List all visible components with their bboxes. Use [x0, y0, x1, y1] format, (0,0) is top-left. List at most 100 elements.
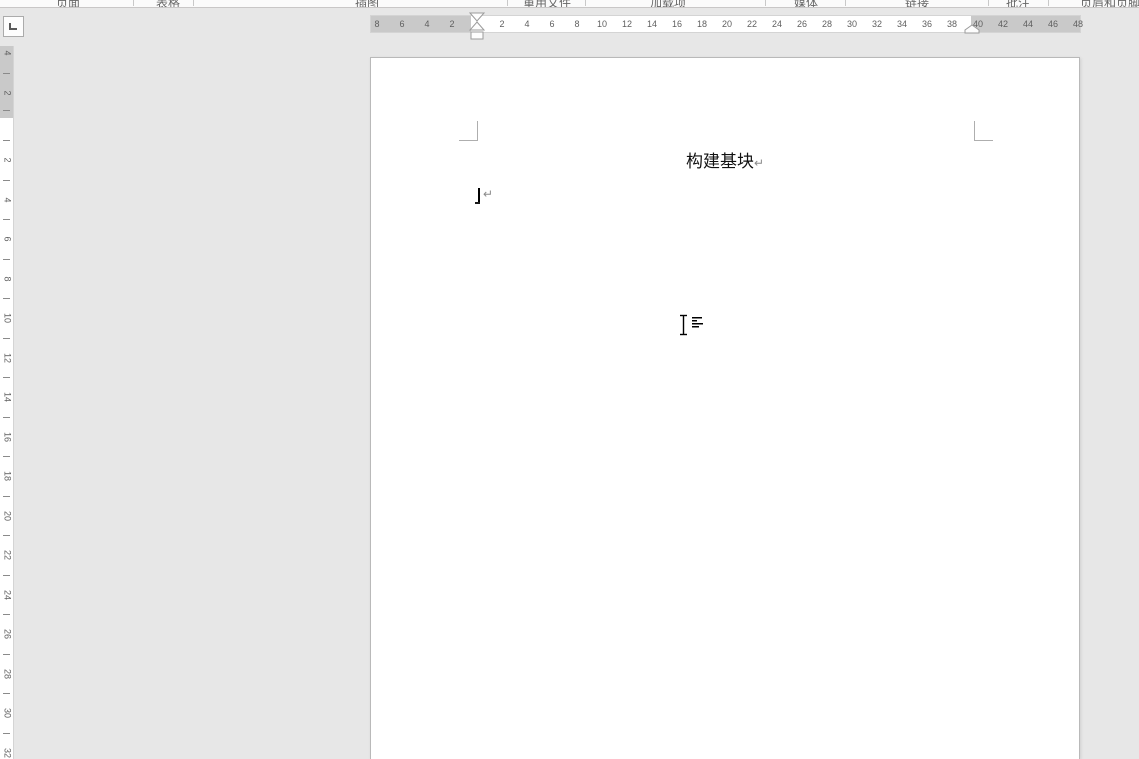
v-ruler-number: 8: [2, 275, 13, 282]
v-ruler-number: 30: [2, 707, 13, 719]
h-ruler-number: 12: [621, 19, 633, 29]
vertical-ruler[interactable]: 4 2 2 4 6 8 10 12 14 16 18 20 22 24 26 28 30 32: [0, 46, 14, 759]
paragraph-mark: ↵: [753, 156, 765, 170]
ribbon-group-divider: [988, 0, 989, 6]
v-ruler-tick: [3, 693, 10, 695]
h-ruler-number: 48: [1072, 19, 1084, 29]
ribbon-group-label[interactable]: 批注: [1006, 0, 1030, 7]
h-ruler-number: 10: [596, 19, 608, 29]
v-ruler-tick: [3, 614, 10, 616]
ribbon-group-divider: [193, 0, 194, 6]
ribbon-group-divider: [585, 0, 586, 6]
v-ruler-number: 4: [2, 50, 13, 56]
h-ruler-number: 8: [374, 19, 380, 29]
v-ruler-number: 22: [2, 549, 13, 561]
paragraph-mark: ↵: [483, 187, 494, 201]
h-ruler-number: 6: [399, 19, 405, 29]
text-caret: [478, 188, 480, 203]
h-ruler-number: 42: [997, 19, 1009, 29]
ibeam-icon: [680, 314, 687, 336]
h-ruler-number: 28: [821, 19, 833, 29]
ribbon-group-divider: [1048, 0, 1049, 6]
v-ruler-tick: [3, 258, 10, 260]
h-ruler-number: 36: [921, 19, 933, 29]
tab-stop-selector[interactable]: [3, 16, 24, 37]
v-ruler-number: 26: [2, 628, 13, 640]
ribbon-group-label[interactable]: 页眉和页脚: [1080, 0, 1139, 7]
v-ruler-tick: [3, 574, 10, 576]
v-ruler-tick: [3, 732, 10, 734]
v-ruler-number: 12: [2, 352, 13, 363]
v-ruler-tick: [3, 495, 10, 497]
v-ruler-number: 14: [2, 391, 13, 403]
h-ruler-number: 6: [549, 19, 555, 29]
h-ruler-number: 2: [449, 19, 455, 29]
ribbon-group-label[interactable]: 媒体: [794, 0, 818, 7]
ribbon-group-label-strip: 页面 表格 插图 重用文件 加载项 媒体 链接 批注 页眉和页脚: [0, 0, 1139, 8]
v-ruler-number: 16: [2, 431, 13, 442]
v-ruler-tick: [3, 337, 10, 339]
v-ruler-number: 10: [2, 312, 13, 324]
ribbon-group-divider: [845, 0, 846, 6]
document-title-paragraph[interactable]: 构建基块↵: [371, 152, 1079, 173]
ribbon-group-label[interactable]: 表格: [156, 0, 180, 7]
v-ruler-tick: [3, 73, 10, 74]
v-ruler-tick: [3, 110, 10, 111]
v-ruler-number: 18: [2, 470, 13, 482]
h-ruler-number: 18: [696, 19, 708, 29]
ribbon-group-label[interactable]: 页面: [56, 0, 80, 7]
ribbon-group-divider: [133, 0, 134, 6]
h-ruler-number: 22: [746, 19, 758, 29]
ribbon-group-divider: [507, 0, 508, 6]
h-ruler-number: 20: [721, 19, 733, 29]
v-ruler-number: 28: [2, 668, 13, 679]
h-ruler-left-margin: [371, 16, 471, 32]
h-ruler-number: 30: [846, 19, 858, 29]
v-ruler-top-margin: [0, 46, 13, 118]
document-title-text: 构建基块: [685, 152, 754, 171]
ribbon-group-label[interactable]: 链接: [905, 0, 929, 7]
document-page[interactable]: 构建基块↵ ↵: [370, 57, 1080, 759]
margin-corner-mark-top-left: [459, 121, 478, 141]
ibeam-cursor: [679, 314, 707, 341]
v-ruler-tick: [3, 179, 10, 181]
h-ruler-number: 2: [499, 19, 505, 29]
v-ruler-tick: [3, 298, 10, 300]
h-ruler-number: 14: [646, 19, 658, 29]
left-indent-marker[interactable]: [470, 31, 484, 40]
h-ruler-number: 46: [1047, 19, 1059, 29]
v-ruler-tick: [3, 653, 10, 655]
left-tab-icon: [9, 23, 17, 30]
h-ruler-number: 16: [671, 19, 683, 29]
ribbon-group-label[interactable]: 重用文件: [523, 0, 571, 7]
v-ruler-number: 2: [2, 157, 13, 163]
v-ruler-tick: [3, 140, 10, 142]
ribbon-group-label[interactable]: 加载项: [650, 0, 686, 7]
h-ruler-number: 44: [1022, 19, 1034, 29]
v-ruler-tick: [3, 416, 10, 418]
v-ruler-number: 4: [2, 196, 13, 203]
h-ruler-number: 24: [771, 19, 783, 29]
h-ruler-number: 8: [574, 19, 580, 29]
margin-corner-mark-top-right: [974, 121, 993, 141]
v-ruler-number: 20: [2, 510, 13, 521]
v-ruler-number: 6: [2, 236, 13, 242]
hanging-indent-marker[interactable]: [469, 21, 485, 31]
align-left-icon: [692, 317, 703, 328]
v-ruler-tick: [3, 535, 10, 537]
h-ruler-number: 34: [896, 19, 908, 29]
h-ruler-number: 4: [524, 19, 530, 29]
text-caret-serif: [475, 202, 480, 204]
h-ruler-number: 4: [424, 19, 430, 29]
ribbon-group-label[interactable]: 插图: [355, 0, 379, 7]
v-ruler-number: 24: [2, 589, 13, 600]
v-ruler-tick: [3, 456, 10, 458]
v-ruler-number: 32: [2, 747, 13, 758]
ribbon-group-divider: [765, 0, 766, 6]
right-indent-marker[interactable]: [964, 24, 980, 34]
h-ruler-number: 32: [871, 19, 883, 29]
v-ruler-tick: [3, 377, 10, 379]
v-ruler-tick: [3, 219, 10, 221]
h-ruler-number: 26: [796, 19, 808, 29]
v-ruler-number: 2: [2, 90, 13, 96]
